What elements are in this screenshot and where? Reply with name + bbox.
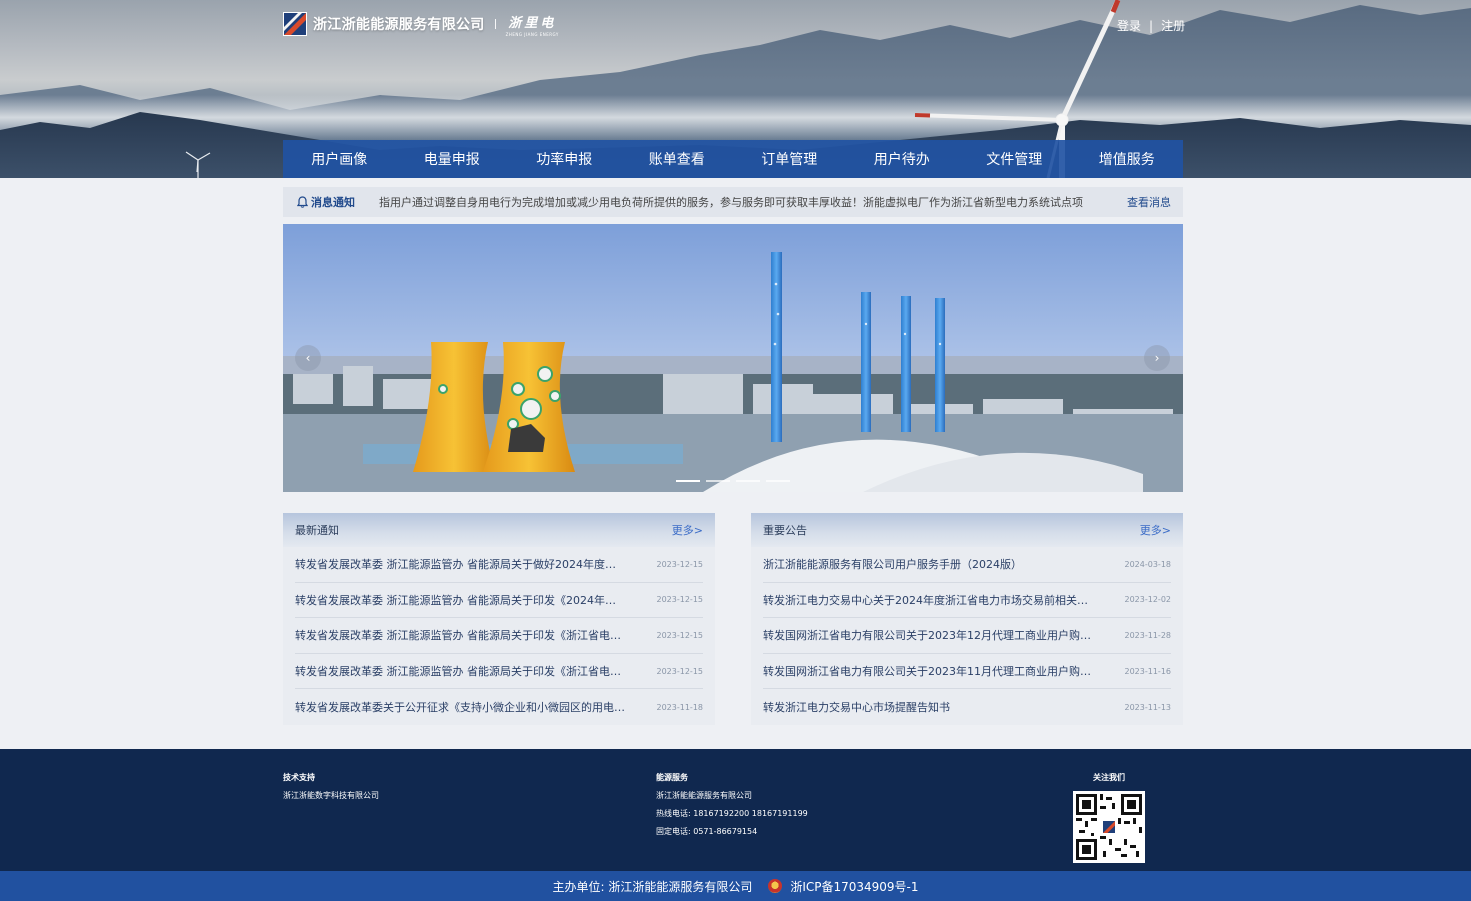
landline-text: 固定电话: 0571-86679154 (656, 827, 758, 836)
list-item-title[interactable]: 转发省发展改革委 浙江能源监管办 省能源局关于印发《2024年浙江... (295, 592, 625, 608)
footer-heading: 技术支持 (283, 773, 315, 782)
list-item-title[interactable]: 转发省发展改革委 浙江能源监管办 省能源局关于印发《浙江省电力... (295, 663, 625, 679)
company-name: 浙江浙能能源服务有限公司 (313, 17, 485, 33)
nav-item-file-management[interactable]: 文件管理 (958, 140, 1071, 178)
main-nav: 用户画像 电量申报 功率申报 账单查看 订单管理 用户待办 文件管理 增值服务 (283, 140, 1183, 178)
list-item[interactable]: 转发省发展改革委 浙江能源监管办 省能源局关于印发《2024年浙江... 202… (295, 583, 703, 619)
banner-prev-button[interactable]: ‹ (295, 345, 321, 371)
banner-dot[interactable] (736, 480, 760, 482)
list-item[interactable]: 转发浙江电力交易中心市场提醒告知书 2023-11-13 (763, 689, 1171, 725)
list-item-date: 2023-11-16 (1124, 666, 1172, 676)
banner-indicators (283, 480, 1183, 482)
footer-text: 浙江浙能数字科技有限公司 (283, 791, 379, 800)
list-item-title[interactable]: 转发省发展改革委关于公开征求《支持小微企业和小微园区的用电政... (295, 699, 625, 715)
footer-follow-us: 关注我们 (1073, 769, 1145, 863)
panel-header: 最新通知 更多> (283, 513, 715, 547)
auth-links: 登录 | 注册 (1117, 17, 1185, 34)
brand-divider (494, 19, 496, 29)
panel-title: 最新通知 (295, 524, 339, 537)
list-item-date: 2023-12-15 (656, 595, 704, 605)
latest-notices-panel: 最新通知 更多> 转发省发展改革委 浙江能源监管办 省能源局关于做好2024年度… (283, 513, 715, 725)
nav-item-bill-view[interactable]: 账单查看 (621, 140, 734, 178)
list-item[interactable]: 转发国网浙江省电力有限公司关于2023年11月代理工商业用户购电... 2023… (763, 654, 1171, 690)
footer-tech-support: 技术支持 浙江浙能数字科技有限公司 (283, 769, 379, 805)
bell-icon (297, 196, 308, 208)
nav-item-power-declaration[interactable]: 功率申报 (508, 140, 621, 178)
sub-brand-logo: 浙里电 ZHENG JIANG ENERGY (506, 12, 559, 37)
list-item-date: 2023-11-18 (656, 702, 704, 712)
list-item-title[interactable]: 转发省发展改革委 浙江能源监管办 省能源局关于做好2024年度浙江... (295, 556, 625, 572)
login-link[interactable]: 登录 (1117, 17, 1141, 34)
footer-heading: 关注我们 (1093, 773, 1125, 782)
nav-item-energy-declaration[interactable]: 电量申报 (396, 140, 509, 178)
list-item-date: 2023-11-13 (1124, 702, 1172, 712)
list-item[interactable]: 浙江浙能能源服务有限公司用户服务手册（2024版） 2024-03-18 (763, 547, 1171, 583)
nav-item-user-profile[interactable]: 用户画像 (283, 140, 396, 178)
hero-header: 浙江浙能能源服务有限公司 浙里电 ZHENG JIANG ENERGY 登录 |… (0, 0, 1471, 178)
list-item-date: 2023-12-15 (656, 559, 704, 569)
register-link[interactable]: 注册 (1161, 17, 1185, 34)
nav-item-order-management[interactable]: 订单管理 (733, 140, 846, 178)
footer-energy-service: 能源服务 浙江浙能能源服务有限公司 热线电话: 18167192200 1816… (656, 769, 808, 841)
qr-code-icon (1076, 794, 1142, 860)
banner-dot[interactable] (706, 480, 730, 482)
banner-dot[interactable] (676, 480, 700, 482)
notice-label: 消息通知 (297, 194, 379, 210)
view-messages-link[interactable]: 查看消息 (1127, 194, 1171, 210)
list-item[interactable]: 转发省发展改革委关于公开征求《支持小微企业和小微园区的用电政... 2023-1… (295, 689, 703, 725)
list-item[interactable]: 转发省发展改革委 浙江能源监管办 省能源局关于印发《浙江省电力... 2023-… (295, 654, 703, 690)
announcements-panel: 重要公告 更多> 浙江浙能能源服务有限公司用户服务手册（2024版） 2024-… (751, 513, 1183, 725)
footer: 技术支持 浙江浙能数字科技有限公司 能源服务 浙江浙能能源服务有限公司 热线电话… (0, 749, 1471, 871)
company-logo-icon (283, 12, 307, 36)
panel-header: 重要公告 更多> (751, 513, 1183, 547)
sub-brand-cn: 浙里电 (508, 15, 557, 31)
notice-marquee[interactable]: 指用户通过调整自身用电行为完成增加或减少用电负荷所提供的服务，参与服务即可获取丰… (379, 194, 1127, 210)
list-item-title[interactable]: 转发国网浙江省电力有限公司关于2023年12月代理工商业用户购电... (763, 627, 1093, 643)
more-link[interactable]: 更多> (672, 522, 703, 538)
notice-label-text: 消息通知 (311, 196, 355, 209)
list-item-title[interactable]: 转发省发展改革委 浙江能源监管办 省能源局关于印发《浙江省电力... (295, 627, 625, 643)
list-item[interactable]: 转发浙江电力交易中心关于2024年度浙江省电力市场交易前相关注... 2023-… (763, 583, 1171, 619)
nav-item-user-todo[interactable]: 用户待办 (846, 140, 959, 178)
panel-title: 重要公告 (763, 524, 807, 537)
list-item-date: 2023-11-28 (1124, 630, 1172, 640)
list-item-date: 2023-12-02 (1124, 595, 1172, 605)
list-item-title[interactable]: 转发浙江电力交易中心市场提醒告知书 (763, 699, 1093, 715)
footer-text: 浙江浙能能源服务有限公司 (656, 791, 752, 800)
list-item-date: 2023-12-15 (656, 630, 704, 640)
brand[interactable]: 浙江浙能能源服务有限公司 浙里电 ZHENG JIANG ENERGY (283, 12, 559, 37)
list-item[interactable]: 转发省发展改革委 浙江能源监管办 省能源局关于印发《浙江省电力... 2023-… (295, 618, 703, 654)
more-link[interactable]: 更多> (1140, 522, 1171, 538)
sub-brand-en: ZHENG JIANG ENERGY (505, 31, 559, 37)
list-item-title[interactable]: 转发国网浙江省电力有限公司关于2023年11月代理工商业用户购电... (763, 663, 1093, 679)
notice-bar: 消息通知 指用户通过调整自身用电行为完成增加或减少用电负荷所提供的服务，参与服务… (283, 187, 1183, 217)
footer-heading: 能源服务 (656, 773, 688, 782)
sponsor-text: 主办单位: 浙江浙能能源服务有限公司 (552, 879, 753, 894)
bottom-bar: 主办单位: 浙江浙能能源服务有限公司 浙ICP备17034909号-1 (0, 871, 1471, 901)
auth-separator: | (1149, 18, 1154, 33)
qr-code (1073, 791, 1145, 863)
list-item[interactable]: 转发国网浙江省电力有限公司关于2023年12月代理工商业用户购电... 2023… (763, 618, 1171, 654)
icp-link[interactable]: 浙ICP备17034909号-1 (790, 878, 918, 895)
list-item-date: 2024-03-18 (1124, 559, 1172, 569)
list-item-date: 2023-12-15 (656, 666, 704, 676)
banner-next-button[interactable]: › (1144, 345, 1170, 371)
police-badge-icon (768, 879, 783, 893)
list-item-title[interactable]: 转发浙江电力交易中心关于2024年度浙江省电力市场交易前相关注... (763, 592, 1093, 608)
power-plant-image (283, 224, 1183, 492)
hotline-text: 热线电话: 18167192200 18167191199 (656, 809, 808, 818)
banner-dot[interactable] (766, 480, 790, 482)
nav-item-value-added-services[interactable]: 增值服务 (1071, 140, 1184, 178)
list-item-title[interactable]: 浙江浙能能源服务有限公司用户服务手册（2024版） (763, 556, 1093, 572)
banner-carousel[interactable]: ‹ › (283, 224, 1183, 492)
list-item[interactable]: 转发省发展改革委 浙江能源监管办 省能源局关于做好2024年度浙江... 202… (295, 547, 703, 583)
